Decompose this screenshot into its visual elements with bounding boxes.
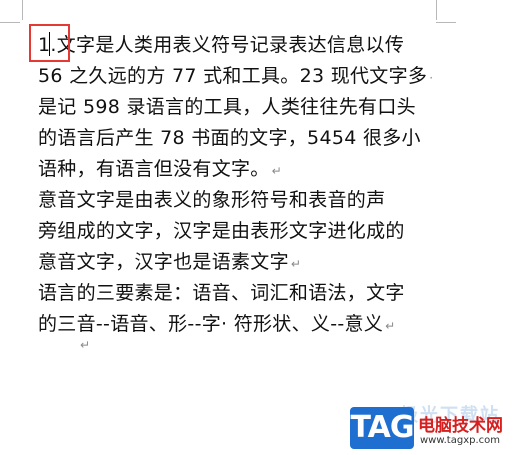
watermark-site-name: 电脑技术网 <box>418 416 503 436</box>
watermark-site-url: www.tagxp.com <box>420 435 500 446</box>
text-line[interactable]: 语种，有语言但没有文字。 ↵ <box>38 154 458 185</box>
text-line[interactable]: 的三音--语音、形--字· 符形状、义--意义 ↵ <box>38 309 458 340</box>
document-body[interactable]: 1.文字是人类用表义符号记录表达信息以传 56 之久远的方 77 式和工具。23… <box>38 30 458 340</box>
paragraph-mark-icon: ↵ <box>271 164 282 178</box>
paragraph-mark-icon: ↵ <box>385 319 396 333</box>
text-line[interactable]: 是记 598 录语言的工具，人类往往先有口头 <box>38 92 458 123</box>
crop-mark-top-left-vertical <box>22 0 23 20</box>
crop-mark-top-right-horizontal <box>436 22 456 23</box>
document-page[interactable]: 1.文字是人类用表义符号记录表达信息以传 56 之久远的方 77 式和工具。23… <box>0 0 520 455</box>
text-line[interactable]: 旁组成的文字，汉字是由表形文字进化成的 <box>38 216 458 247</box>
line-text: 是记 598 录语言的工具，人类往往先有口头 <box>38 96 416 118</box>
text-line[interactable]: 1.文字是人类用表义符号记录表达信息以传 <box>38 30 458 61</box>
formatting-mark: · <box>429 71 434 85</box>
text-line[interactable]: 的语言后产生 78 书面的文字，5454 很多小 <box>38 123 458 154</box>
line-text: 语言的三要素是：语音、词汇和语法，文字 <box>38 282 405 304</box>
paragraph-mark-icon[interactable]: ↵ <box>80 338 90 352</box>
line-text: 旁组成的文字，汉字是由表形文字进化成的 <box>38 220 405 242</box>
text-cursor <box>49 32 50 56</box>
line-text: 意音文字，汉字也是语素文字 <box>38 251 289 273</box>
text-line[interactable]: 意音文字，汉字也是语素文字 ↵ <box>38 247 458 278</box>
tag-logo: TAG <box>350 407 414 449</box>
line-text: 的语言后产生 78 书面的文字，5454 很多小 <box>38 127 421 149</box>
text-line[interactable]: 意音文字是由表义的象形符号和表音的声 <box>38 185 458 216</box>
text-line[interactable]: 56 之久远的方 77 式和工具。23 现代文字多 · <box>38 61 458 92</box>
line-text: 意音文字是由表义的象形符号和表音的声 <box>38 189 386 211</box>
crop-mark-top-left-horizontal <box>0 22 20 23</box>
line-text: 1.文字是人类用表义符号记录表达信息以传 <box>38 34 405 56</box>
paragraph-mark-icon: ↵ <box>290 257 302 271</box>
text-line[interactable]: 语言的三要素是：语音、词汇和语法，文字 <box>38 278 458 309</box>
site-watermark: 极光下载站 TAG 电脑技术网 www.tagxp.com <box>348 405 520 455</box>
line-text: 语种，有语言但没有文字。 <box>38 158 270 180</box>
line-text: 的三音--语音、形--字· 符形状、义--意义 <box>38 313 384 335</box>
line-text: 56 之久远的方 77 式和工具。23 现代文字多 <box>38 65 428 87</box>
crop-mark-top-right-vertical <box>436 0 437 20</box>
